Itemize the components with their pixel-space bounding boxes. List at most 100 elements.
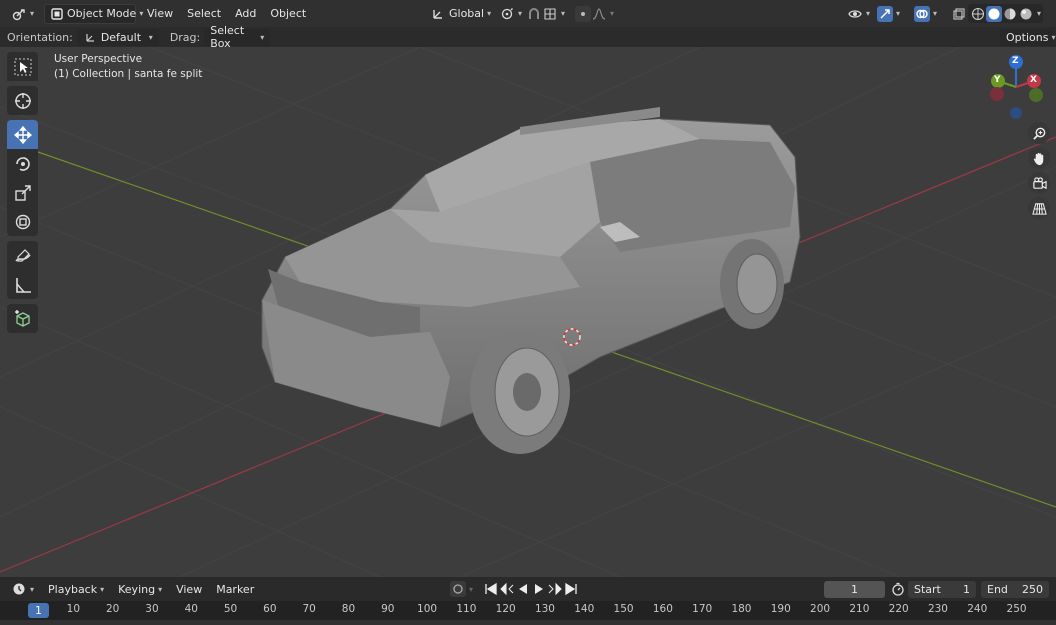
play-reverse-icon[interactable] xyxy=(515,581,531,597)
timeline-header: ▾ Playback ▾ Keying ▾ View Marker ▾ 1 Star… xyxy=(0,577,1056,601)
rotate-icon xyxy=(15,156,30,171)
menu-add[interactable]: Add xyxy=(228,4,263,24)
tool-add-cube[interactable] xyxy=(7,304,38,333)
auto-keying-icon[interactable] xyxy=(450,581,466,597)
tool-cursor[interactable] xyxy=(7,86,38,115)
ruler-tick: 130 xyxy=(534,603,555,615)
tool-select-box[interactable] xyxy=(7,52,38,81)
drag-dropdown[interactable]: Select Box ▾ xyxy=(204,24,271,50)
orientation-label: Orientation: xyxy=(7,30,73,44)
tool-settings-bar: Orientation: Default ▾ Drag: Select Box ▾ … xyxy=(0,24,1056,50)
stopwatch-icon[interactable] xyxy=(890,581,906,597)
overlay-toggle[interactable]: ▾ xyxy=(909,4,942,24)
ruler-tick: 30 xyxy=(145,603,159,615)
proportional-edit-icon xyxy=(575,5,591,22)
jump-start-icon[interactable] xyxy=(483,581,499,597)
tool-annotate[interactable] xyxy=(7,241,38,270)
object-mode-label: Object Mode xyxy=(67,7,137,20)
scale-icon xyxy=(14,184,31,201)
gizmo-y-label: Y xyxy=(994,75,1001,85)
end-label: End xyxy=(987,582,1008,596)
annotate-icon xyxy=(14,248,31,262)
orientation-dropdown[interactable]: Default ▾ xyxy=(76,28,159,46)
rear-wheel xyxy=(720,239,784,329)
prev-keyframe-icon[interactable] xyxy=(499,581,515,597)
ruler-tick: 60 xyxy=(263,603,277,615)
options-label: Options xyxy=(1006,30,1049,44)
timeline-menu-marker[interactable]: Marker xyxy=(209,579,261,599)
end-value: 250 xyxy=(1022,582,1043,596)
cursor-icon xyxy=(14,92,31,109)
shading-wireframe-icon[interactable] xyxy=(970,6,986,22)
tool-transform[interactable] xyxy=(7,207,38,236)
ruler-tick: 70 xyxy=(302,603,316,615)
visibility-dropdown[interactable]: ▾ xyxy=(842,4,875,24)
menu-object[interactable]: Object xyxy=(263,4,313,24)
timeline-ruler[interactable]: 1 10 20 30 40 50 60 70 80 90 100 110 120 130 140 150 16… xyxy=(0,601,1056,625)
clock-icon xyxy=(11,581,27,597)
object-mode-icon xyxy=(50,6,64,22)
timeline-editor-type-button[interactable]: ▾ xyxy=(6,579,39,599)
ruler-tick: 150 xyxy=(613,603,634,615)
current-frame-field[interactable]: 1 xyxy=(824,580,885,598)
collection-info: (1) Collection | santa fe split xyxy=(54,68,203,80)
gizmo-icon xyxy=(877,5,893,22)
falloff-icon xyxy=(591,6,607,22)
ruler-tick: 80 xyxy=(341,603,356,615)
measure-icon xyxy=(15,277,31,293)
tool-move[interactable] xyxy=(7,120,38,149)
gizmo-x-label: X xyxy=(1030,75,1037,85)
ruler-tick: 200 xyxy=(810,603,831,615)
start-label: Start xyxy=(914,582,941,596)
play-icon[interactable] xyxy=(531,581,547,597)
playback-controls: ▾ xyxy=(450,581,579,597)
ruler-tick: 10 xyxy=(66,603,81,615)
view-name: User Perspective xyxy=(54,53,143,65)
tool-rotate[interactable] xyxy=(7,149,38,178)
ruler-tick: 240 xyxy=(967,603,988,615)
ruler-tick: 190 xyxy=(770,603,791,615)
zoom-button[interactable] xyxy=(1028,122,1050,144)
menu-select[interactable]: Select xyxy=(180,4,228,24)
ruler-tick: 170 xyxy=(692,603,713,615)
ruler-tick: 100 xyxy=(417,603,438,615)
next-keyframe-icon[interactable] xyxy=(547,581,563,597)
pan-button[interactable] xyxy=(1028,147,1050,169)
editor-type-button[interactable]: ▾ xyxy=(6,4,39,24)
camera-view-button[interactable] xyxy=(1028,172,1050,194)
select-box-icon xyxy=(14,58,31,75)
playhead-frame-label[interactable]: 1 xyxy=(28,603,49,618)
jump-end-icon[interactable] xyxy=(563,581,579,597)
ruler-tick: 210 xyxy=(849,603,870,615)
floor-grid xyxy=(0,47,1056,577)
shading-material-icon[interactable] xyxy=(1002,6,1018,22)
zoom-icon xyxy=(1032,127,1045,140)
shading-solid-icon[interactable] xyxy=(986,5,1002,22)
gizmo-z-label: Z xyxy=(1012,56,1019,66)
timeline-menu-playback[interactable]: Playback ▾ xyxy=(41,579,111,599)
start-frame-field[interactable]: Start 1 xyxy=(908,580,976,598)
menu-view[interactable]: View xyxy=(140,4,180,24)
perspective-toggle-button[interactable] xyxy=(1028,197,1050,219)
viewport-header: ▾ Object Mode ▾ View Select Add Object Gl… xyxy=(0,0,1056,27)
gizmo-toggle[interactable]: ▾ xyxy=(872,4,905,24)
ruler-tick: 140 xyxy=(574,603,595,615)
timeline-scrollbar[interactable] xyxy=(0,620,1056,625)
timeline-menu-keying[interactable]: Keying ▾ xyxy=(111,579,169,599)
timeline-menu-view[interactable]: View xyxy=(169,579,209,599)
tool-measure[interactable] xyxy=(7,270,38,299)
snap-toggle[interactable]: ▾ xyxy=(521,4,570,24)
3d-viewport[interactable]: User Perspective (1) Collection | santa … xyxy=(0,47,1056,577)
options-dropdown[interactable]: Options ▾ xyxy=(1000,28,1055,46)
ruler-tick: 40 xyxy=(184,603,198,615)
orientation-value: Default xyxy=(100,30,142,44)
tool-scale[interactable] xyxy=(7,178,38,207)
object-mode-dropdown[interactable]: Object Mode ▾ xyxy=(44,3,143,24)
ruler-tick: 160 xyxy=(652,603,673,615)
shading-rendered-icon[interactable] xyxy=(1018,6,1034,22)
tool-shelf xyxy=(7,52,40,333)
end-frame-field[interactable]: End 250 xyxy=(981,580,1049,598)
ruler-tick: 90 xyxy=(381,603,395,615)
transform-orientation-dropdown[interactable]: Global ▾ xyxy=(425,4,496,24)
proportional-edit-toggle[interactable]: ▾ xyxy=(570,4,619,24)
